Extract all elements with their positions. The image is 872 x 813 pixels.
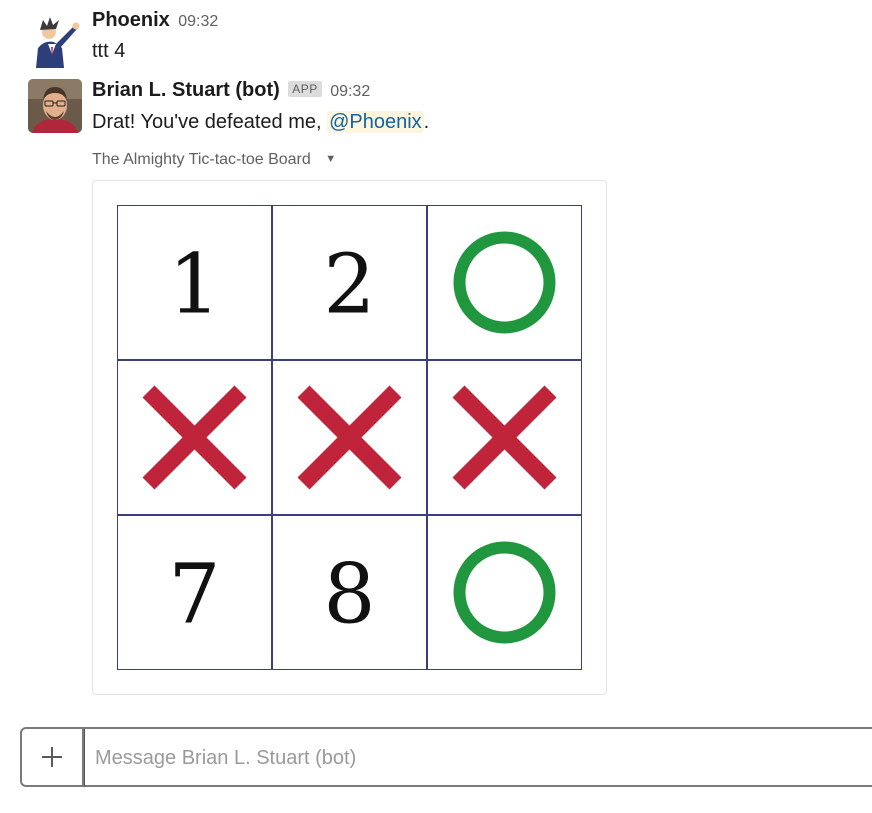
board-cell[interactable] bbox=[271, 359, 428, 516]
board-cell[interactable]: 2 bbox=[271, 205, 428, 361]
message-input[interactable] bbox=[84, 729, 872, 787]
cell-number: 2 bbox=[323, 238, 375, 333]
sender-name[interactable]: Brian L. Stuart (bot) bbox=[92, 79, 280, 101]
board-cell[interactable]: 8 bbox=[271, 514, 428, 670]
board-cell[interactable] bbox=[426, 359, 582, 516]
app-badge: APP bbox=[288, 81, 322, 97]
user-mention[interactable]: @Phoenix bbox=[327, 111, 424, 133]
message-text-end: . bbox=[423, 111, 430, 133]
cell-number: 8 bbox=[323, 548, 375, 643]
timestamp[interactable]: 09:32 bbox=[330, 83, 370, 100]
bot-profile-photo-icon[interactable] bbox=[28, 79, 82, 133]
message-bot: Brian L. Stuart (bot) APP 09:32 Drat! Yo… bbox=[0, 0, 872, 700]
board-cell[interactable]: 1 bbox=[117, 205, 273, 361]
board-cell[interactable] bbox=[426, 205, 582, 361]
tic-tac-toe-board: 1 2 7 8 bbox=[117, 205, 582, 670]
board-cell[interactable] bbox=[426, 514, 582, 670]
caret-down-icon[interactable]: ▼ bbox=[325, 153, 336, 165]
message-text: Drat! You've defeated me, @Phoenix. bbox=[92, 111, 429, 134]
attachment-image[interactable]: 1 2 7 8 bbox=[92, 180, 607, 695]
cell-number: 1 bbox=[168, 238, 220, 333]
attachment-title[interactable]: The Almighty Tic-tac-toe Board ▼ bbox=[92, 151, 336, 169]
plus-button[interactable] bbox=[22, 729, 84, 785]
message-composer bbox=[20, 727, 872, 787]
plus-icon bbox=[42, 747, 62, 767]
attachment-title-label: The Almighty Tic-tac-toe Board bbox=[92, 151, 311, 168]
board-cell[interactable]: 7 bbox=[117, 514, 273, 670]
cell-number: 7 bbox=[168, 548, 220, 643]
message-header: Brian L. Stuart (bot) APP 09:32 bbox=[92, 79, 370, 102]
message-text-main: Drat! You've defeated me, bbox=[92, 111, 328, 133]
board-cell[interactable] bbox=[117, 359, 273, 516]
